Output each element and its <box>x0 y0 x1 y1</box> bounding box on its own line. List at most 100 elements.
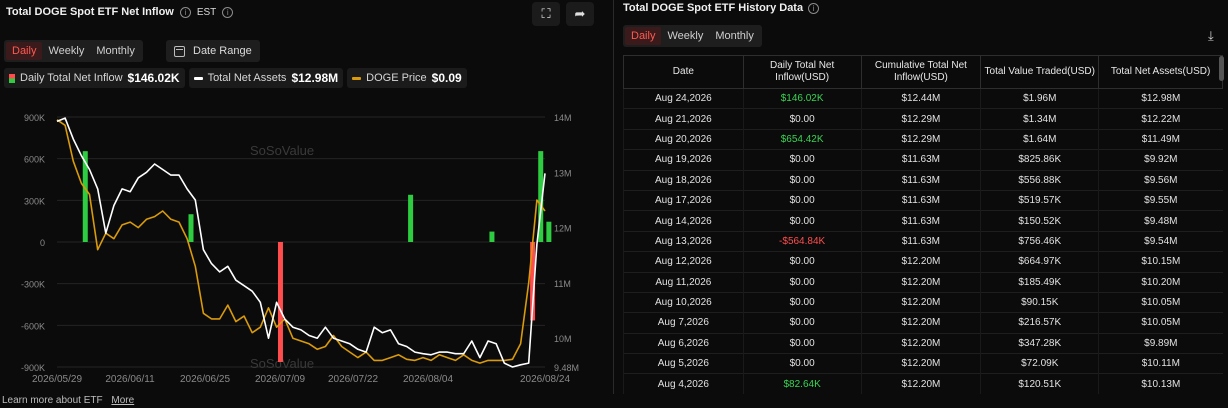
y-left-tick-label: -300K <box>21 280 45 290</box>
table-cell-assets: $10.05M <box>1098 312 1223 334</box>
table-row[interactable]: Aug 10,2026 $0.00 $12.20M $90.15K $10.05M <box>623 291 1223 313</box>
history-panel: Total DOGE Spot ETF History Data i Daily… <box>614 0 1228 395</box>
inflow-bar <box>277 242 283 362</box>
history-info-icon[interactable]: i <box>808 2 820 14</box>
col-daily-inflow[interactable]: Daily Total Net Inflow(USD) <box>742 55 862 89</box>
y-left-tick-label: -600K <box>21 321 45 331</box>
table-cell-traded: $216.57K <box>980 312 1099 334</box>
tab-daily[interactable]: Daily <box>6 42 43 60</box>
table-cell-inflow: $0.00 <box>742 332 862 354</box>
history-title-row: Total DOGE Spot ETF History Data i <box>623 2 820 14</box>
legend-price-label: DOGE Price <box>366 72 427 84</box>
table-cell-date: Aug 20,2026 <box>623 128 744 150</box>
table-row[interactable]: Aug 19,2026 $0.00 $11.63M $825.86K $9.92M <box>623 149 1223 171</box>
x-tick-label: 2026/06/25 <box>180 374 230 385</box>
y-right-tick-label: 9.48M <box>554 363 579 373</box>
table-cell-cum: $12.44M <box>860 87 981 109</box>
table-row[interactable]: Aug 7,2026 $0.00 $12.20M $216.57K $10.05M <box>623 312 1223 334</box>
table-row[interactable]: Aug 6,2026 $0.00 $12.20M $347.28K $9.89M <box>623 332 1223 354</box>
legend-inflow-label: Daily Total Net Inflow <box>20 72 123 84</box>
more-link[interactable]: More <box>111 395 134 406</box>
table-cell-inflow: -$564.84K <box>742 230 862 252</box>
inflow-swatch-icon <box>9 73 15 83</box>
table-body: Aug 24,2026 $146.02K $12.44M $1.96M $12.98M A… <box>623 87 1223 395</box>
col-traded[interactable]: Total Value Traded(USD) <box>980 55 1100 89</box>
date-range-button[interactable]: Date Range <box>166 40 260 62</box>
y-left-tick-label: -900K <box>21 363 45 373</box>
table-cell-traded: $756.46K <box>980 230 1099 252</box>
info-icon[interactable]: i <box>179 6 191 18</box>
watermark-text: SoSoValue <box>250 143 314 158</box>
table-row[interactable]: Aug 5,2026 $0.00 $12.20M $72.09K $10.11M <box>623 353 1223 374</box>
table-row[interactable]: Aug 17,2026 $0.00 $11.63M $519.57K $9.55M <box>623 189 1223 211</box>
table-row[interactable]: Aug 11,2026 $0.00 $12.20M $185.49K $10.20M <box>623 271 1223 293</box>
table-cell-inflow: $0.00 <box>742 291 862 313</box>
chart-title-row: Total DOGE Spot ETF Net Inflow i EST i <box>6 6 234 18</box>
table-row[interactable]: Aug 20,2026 $654.42K $12.29M $1.64M $11.49M <box>623 128 1223 150</box>
legend-assets[interactable]: Total Net Assets $12.98M <box>188 68 344 88</box>
col-assets[interactable]: Total Net Assets(USD) <box>1098 55 1223 89</box>
table-cell-cum: $12.20M <box>860 332 981 354</box>
col-cumulative[interactable]: Cumulative Total Net Inflow(USD) <box>860 55 982 89</box>
table-row[interactable]: Aug 12,2026 $0.00 $12.20M $664.97K $10.15M <box>623 251 1223 273</box>
col-date[interactable]: Date <box>623 55 744 89</box>
timezone-info-icon[interactable]: i <box>222 6 234 18</box>
table-row[interactable]: Aug 21,2026 $0.00 $12.29M $1.34M $12.22M <box>623 108 1223 130</box>
share-icon[interactable]: ➦ <box>566 2 594 26</box>
table-cell-cum: $12.20M <box>860 373 981 395</box>
y-left-tick-label: 0 <box>40 238 45 248</box>
table-cell-cum: $12.20M <box>860 271 981 293</box>
table-cell-assets: $10.15M <box>1098 251 1223 273</box>
table-cell-assets: $9.89M <box>1098 332 1223 354</box>
y-left-tick-label: 600K <box>24 155 45 165</box>
table-row[interactable]: Aug 13,2026 -$564.84K $11.63M $756.46K $9.54… <box>623 230 1223 252</box>
inflow-bar <box>489 231 495 242</box>
table-cell-inflow: $0.00 <box>742 210 862 232</box>
fullscreen-icon[interactable]: ⛶ <box>532 2 560 26</box>
table-scrollbar[interactable] <box>1219 56 1224 81</box>
x-tick-label: 2026/07/22 <box>328 374 378 385</box>
table-cell-date: Aug 11,2026 <box>623 271 744 293</box>
x-tick-label: 2026/05/29 <box>32 374 82 385</box>
table-cell-traded: $519.57K <box>980 189 1099 211</box>
tab-weekly[interactable]: Weekly <box>42 42 90 60</box>
y-right-tick-label: 12M <box>554 224 572 234</box>
table-cell-inflow: $146.02K <box>742 87 862 109</box>
legend-assets-value: $12.98M <box>291 71 339 85</box>
table-cell-traded: $150.52K <box>980 210 1099 232</box>
table-cell-date: Aug 18,2026 <box>623 169 744 191</box>
table-cell-date: Aug 6,2026 <box>623 332 744 354</box>
table-row[interactable]: Aug 18,2026 $0.00 $11.63M $556.88K $9.56M <box>623 169 1223 191</box>
table-cell-cum: $12.20M <box>860 312 981 334</box>
price-swatch-icon <box>352 76 362 80</box>
table-row[interactable]: Aug 14,2026 $0.00 $11.63M $150.52K $9.48M <box>623 210 1223 232</box>
history-period-tabs: Daily Weekly Monthly <box>623 25 762 47</box>
legend-inflow[interactable]: Daily Total Net Inflow $146.02K <box>4 68 185 88</box>
table-cell-inflow: $0.00 <box>742 149 862 171</box>
tab-monthly[interactable]: Monthly <box>90 42 141 60</box>
legend-price[interactable]: DOGE Price $0.09 <box>347 68 467 88</box>
inflow-chart[interactable]: SoSoValueSoSoValue 900K600K300K0-300K-60… <box>0 100 608 394</box>
table-row[interactable]: Aug 24,2026 $146.02K $12.44M $1.96M $12.98M <box>623 87 1223 109</box>
chart-legend: Daily Total Net Inflow $146.02K Total Ne… <box>4 68 467 88</box>
table-cell-traded: $90.15K <box>980 291 1099 313</box>
table-cell-cum: $12.20M <box>860 353 981 374</box>
table-cell-inflow: $0.00 <box>742 312 862 334</box>
y-right-tick-label: 14M <box>554 113 572 123</box>
calendar-icon <box>174 45 185 57</box>
table-row[interactable]: Aug 4,2026 $82.64K $12.20M $120.51K $10.13M <box>623 373 1223 395</box>
history-tab-weekly[interactable]: Weekly <box>661 27 709 45</box>
download-icon[interactable]: ⤓ <box>1208 28 1222 43</box>
history-tab-monthly[interactable]: Monthly <box>709 27 760 45</box>
table-cell-inflow: $0.00 <box>742 271 862 293</box>
history-tab-daily[interactable]: Daily <box>625 27 662 45</box>
table-cell-assets: $12.98M <box>1098 87 1223 109</box>
table-cell-cum: $12.29M <box>860 108 981 130</box>
table-cell-assets: $9.92M <box>1098 149 1223 171</box>
table-cell-date: Aug 17,2026 <box>623 189 744 211</box>
inflow-bar <box>188 214 194 242</box>
table-cell-cum: $11.63M <box>860 169 981 191</box>
x-tick-label: 2026/08/24 <box>520 374 570 385</box>
inflow-bar <box>546 221 552 242</box>
y-left-tick-label: 900K <box>24 113 45 123</box>
